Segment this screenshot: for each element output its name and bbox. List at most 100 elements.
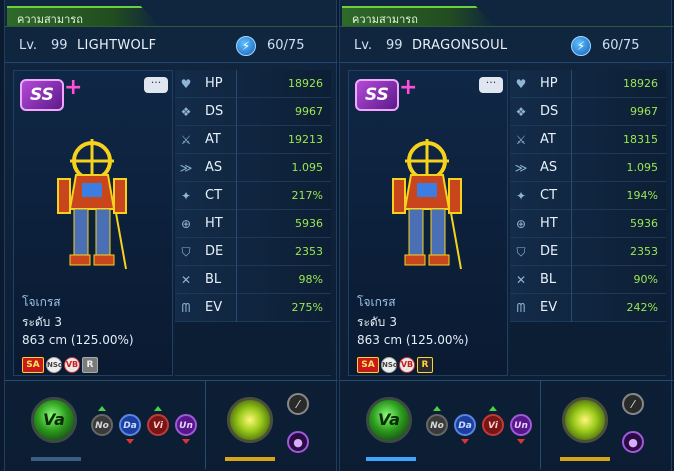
divider (571, 98, 572, 126)
digimon-image (57, 139, 127, 270)
digimon-image (392, 139, 462, 270)
player-name: LIGHTWOLF (77, 38, 157, 53)
r-badge-icon: R (82, 357, 98, 373)
divider (571, 182, 572, 210)
attribute-vi-icon[interactable]: Vi (482, 414, 504, 436)
element-gauge (366, 457, 416, 461)
stat-name: AS (205, 160, 223, 175)
element-orb-icon[interactable]: Va (31, 397, 77, 443)
stat-value: 5936 (295, 217, 323, 230)
stat-name: AT (540, 132, 556, 147)
stat-value: 98% (298, 273, 323, 286)
slash-skill-icon[interactable]: ⁄ (287, 393, 309, 415)
slash-skill-icon[interactable]: ⁄ (622, 393, 644, 415)
panel-header: Lv. 99 DRAGONSOUL ⚡ 60/75 (340, 32, 673, 60)
dark-skill-icon[interactable]: ● (287, 431, 309, 453)
stat-row-de: ⛉ DE 2353 (510, 238, 666, 266)
status-panel-left: ความสามารถ Lv. 99 LIGHTWOLF ⚡ 60/75 SS +… (4, 0, 338, 471)
arrow-down-icon (126, 439, 134, 444)
stat-name: CT (205, 188, 223, 203)
stat-row-ct: ✦ CT 194% (510, 182, 666, 210)
vb-badge-icon: VB (64, 357, 80, 373)
stat-value: 2353 (295, 245, 323, 258)
level-label: Lv. (354, 38, 373, 53)
lightning-bolt-icon: ⚡ (236, 36, 256, 56)
attribute-no-icon[interactable]: No (91, 414, 113, 436)
panel-header: Lv. 99 LIGHTWOLF ⚡ 60/75 (5, 32, 338, 60)
divider (236, 182, 237, 210)
tab-ability[interactable]: ความสามารถ (342, 6, 494, 26)
element-orb-icon[interactable]: Va (366, 397, 412, 443)
claw-skill-icon[interactable] (227, 397, 273, 443)
stats-table: ♥ HP 18926 ❖ DS 9967 ⚔ AT 18315 ≫ AS 1.095 ✦ CT 19… (510, 70, 666, 376)
attribute-un-icon[interactable]: Un (510, 414, 532, 436)
r-badge-icon: R (417, 357, 433, 373)
stat-row-hp: ♥ HP 18926 (175, 70, 331, 98)
ds-icon: ❖ (515, 105, 527, 119)
crosshair-icon: ⊕ (180, 217, 192, 231)
arrow-down-icon (517, 439, 525, 444)
stat-row-de: ⛉ DE 2353 (175, 238, 331, 266)
stat-value: 90% (633, 273, 658, 286)
grade-plus: + (399, 75, 418, 100)
divider (571, 154, 572, 182)
stat-value: 19213 (288, 133, 323, 146)
arrow-down-icon (182, 439, 190, 444)
crosshair-icon: ⊕ (515, 217, 527, 231)
level-number: 3 (389, 315, 397, 329)
attack-speed-icon: ≫ (179, 161, 193, 175)
nso-badge-icon: NSo (46, 357, 63, 373)
stats-table: ♥ HP 18926 ❖ DS 9967 ⚔ AT 19213 ≫ AS 1.095 ✦ CT 21… (175, 70, 331, 376)
digimon-portrait: SS + ··· โจเกรส ระดับ 3 863 cm (125.00%) … (13, 70, 173, 376)
stat-row-as: ≫ AS 1.095 (510, 154, 666, 182)
stat-name: DE (540, 244, 559, 259)
sword-icon: ⚔ (180, 133, 192, 147)
attribute-da-icon[interactable]: Da (454, 414, 476, 436)
stat-name: HP (540, 76, 558, 91)
energy-value: 60/75 (267, 38, 305, 53)
sword-icon: ⚔ (515, 133, 527, 147)
heart-icon: ♥ (515, 77, 527, 91)
element-gauge (31, 457, 81, 461)
stat-value: 18926 (623, 77, 658, 90)
dark-skill-icon[interactable]: ● (622, 431, 644, 453)
badge-row: SA NSo VB R (22, 357, 98, 373)
chat-button[interactable]: ··· (144, 77, 168, 93)
status-panel-right: ความสามารถ Lv. 99 DRAGONSOUL ⚡ 60/75 SS … (339, 0, 673, 471)
stat-row-hp: ♥ HP 18926 (510, 70, 666, 98)
level-number: 3 (54, 315, 62, 329)
stat-row-at: ⚔ AT 19213 (175, 126, 331, 154)
arrow-up-icon (98, 406, 106, 411)
attribute-vi-icon[interactable]: Vi (147, 414, 169, 436)
stat-row-ht: ⊕ HT 5936 (510, 210, 666, 238)
stat-name: AT (205, 132, 221, 147)
attribute-un-icon[interactable]: Un (175, 414, 197, 436)
attribute-da-icon[interactable]: Da (119, 414, 141, 436)
divider (236, 266, 237, 294)
stat-row-bl: ✕ BL 90% (510, 266, 666, 294)
attribute-no-icon[interactable]: No (426, 414, 448, 436)
claw-skill-icon[interactable] (562, 397, 608, 443)
stat-name: HT (205, 216, 223, 231)
stat-row-ev: ᗰ EV 242% (510, 294, 666, 322)
stat-name: EV (205, 300, 223, 315)
chat-button[interactable]: ··· (479, 77, 503, 93)
divider (571, 210, 572, 238)
sa-badge-icon: SA (357, 357, 379, 373)
stat-value: 9967 (295, 105, 323, 118)
stat-name: DS (205, 104, 224, 119)
stat-name: HT (540, 216, 558, 231)
tab-ability[interactable]: ความสามารถ (7, 6, 159, 26)
sa-badge-icon: SA (22, 357, 44, 373)
divider (340, 26, 673, 27)
digimon-level: ระดับ 3 (357, 313, 397, 332)
stat-value: 2353 (630, 245, 658, 258)
level-value: 99 (51, 38, 68, 53)
stats-filler (175, 322, 331, 376)
stat-row-as: ≫ AS 1.095 (175, 154, 331, 182)
stat-value: 1.095 (626, 161, 659, 174)
divider (540, 381, 541, 469)
arrow-down-icon (461, 439, 469, 444)
digimon-size: 863 cm (125.00%) (357, 333, 469, 347)
attack-speed-icon: ≫ (514, 161, 528, 175)
